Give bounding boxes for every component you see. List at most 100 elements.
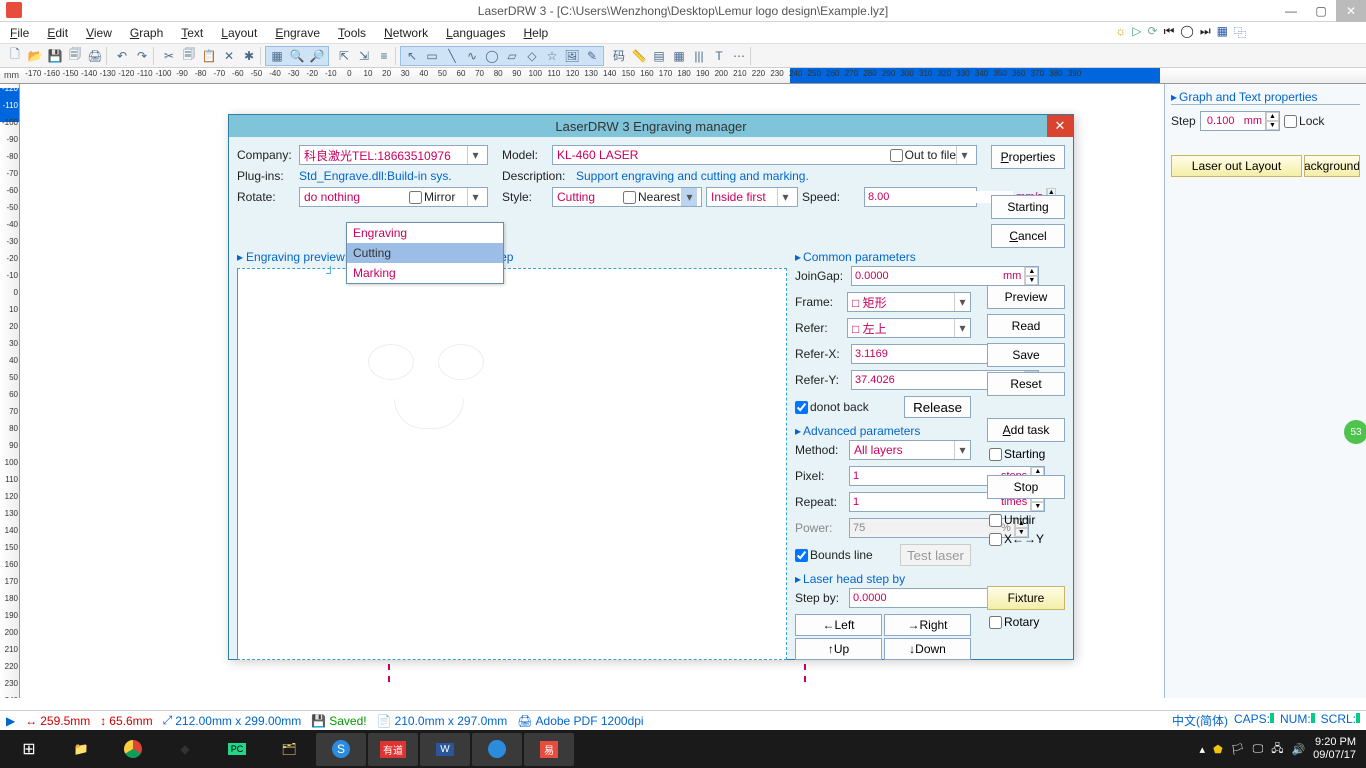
task-laserdrw[interactable]: 易 [524,733,574,766]
tray-up-icon[interactable]: ▴ [1200,743,1206,756]
fixture-button[interactable]: Fixture [987,586,1065,610]
print-preview-icon[interactable]: 🗐 [66,47,84,65]
grid-icon[interactable]: ▦ [268,47,286,65]
delete-icon[interactable]: ✕ [220,47,238,65]
company-select[interactable]: 科良激光TEL:18663510976▾ [299,145,488,165]
menu-engrave[interactable]: Engrave [275,26,320,40]
properties-button[interactable]: PPropertiesroperties [991,145,1065,169]
notification-badge[interactable]: 53 [1344,420,1366,444]
task-explorer-open[interactable]: 🗂 [264,733,314,766]
starting-button[interactable]: Starting [991,195,1065,219]
task-youdao[interactable]: 有道 [368,733,418,766]
style-option-cutting[interactable]: Cutting [347,243,503,263]
layer-down-icon[interactable]: ⇲ [355,47,373,65]
save-button[interactable]: Save [987,343,1065,367]
task-chrome[interactable] [108,733,158,766]
donot-back-checkbox[interactable] [795,401,808,414]
frame-select[interactable]: □ 矩形▾ [847,292,971,312]
starting-checkbox[interactable] [989,448,1002,461]
copy-icon[interactable]: 🗐 [180,47,198,65]
release-button[interactable]: Release [904,396,971,418]
ruler-icon[interactable]: 📏 [630,47,648,65]
menu-view[interactable]: View [86,26,112,40]
nearest-checkbox[interactable] [623,191,636,204]
menu-languages[interactable]: Languages [446,26,505,40]
open-icon[interactable]: 📂 [26,47,44,65]
edit-icon[interactable]: ✎ [583,47,601,65]
tray-clock[interactable]: 9:20 PM09/07/17 [1313,736,1356,762]
style-select[interactable]: Cutting Nearest ▾ [552,187,702,207]
lock-checkbox[interactable] [1284,115,1297,128]
new-icon[interactable]: 🗋 [6,47,24,65]
paste-icon[interactable]: 📋 [200,47,218,65]
star-icon[interactable]: ☆ [543,47,561,65]
inside-first-select[interactable]: Inside first▾ [706,187,798,207]
ellipse-icon[interactable]: ◯ [483,47,501,65]
read-button[interactable]: Read [987,314,1065,338]
menu-file[interactable]: File [10,26,29,40]
menu-edit[interactable]: Edit [47,26,68,40]
canvas[interactable]: LaserDRW 3 Engraving manager ✕ Company: … [20,84,1164,698]
cancel-button[interactable]: Cancel [991,224,1065,248]
up-button[interactable]: ↑Up [795,638,882,660]
undo-icon[interactable]: ↶ [113,47,131,65]
menu-text[interactable]: Text [181,26,203,40]
close-button[interactable]: ✕ [1336,0,1366,22]
text-icon[interactable]: T [710,47,728,65]
rotary-checkbox[interactable] [989,616,1002,629]
out-to-file-checkbox[interactable] [890,149,903,162]
down-button[interactable]: ↓Down [884,638,971,660]
start-button[interactable]: ⊞ [4,733,54,766]
right-button[interactable]: →Right [884,614,971,636]
layer-up-icon[interactable]: ⇱ [335,47,353,65]
code-icon[interactable]: 码 [610,47,628,65]
maximize-button[interactable]: ▢ [1306,0,1336,22]
save-icon[interactable]: 💾 [46,47,64,65]
menu-tools[interactable]: Tools [338,26,366,40]
style-option-marking[interactable]: Marking [347,263,503,283]
task-pycharm[interactable]: PC [212,733,262,766]
more-icon[interactable]: ⋯ [730,47,748,65]
rotate-select[interactable]: do nothing Mirror ▾ [299,187,488,207]
minimize-button[interactable]: — [1276,0,1306,22]
tray-monitor-icon[interactable]: 🖵 [1253,743,1264,756]
xy-checkbox[interactable] [989,533,1002,546]
grid2-icon[interactable]: ▦ [670,47,688,65]
mirror-checkbox[interactable] [409,191,422,204]
dialog-close-button[interactable]: ✕ [1047,115,1073,137]
zoomout-icon[interactable]: 🔍 [288,47,306,65]
cut-icon[interactable]: ✂ [160,47,178,65]
menu-graph[interactable]: Graph [130,26,163,40]
align-icon[interactable]: ≡ [375,47,393,65]
unidir-checkbox[interactable] [989,514,1002,527]
redo-icon[interactable]: ↷ [133,47,151,65]
step-input[interactable]: mm ▲▼ [1200,111,1280,131]
image-icon[interactable]: 🖼 [563,47,581,65]
bounds-line-checkbox[interactable] [795,549,808,562]
spray-icon[interactable]: ✱ [240,47,258,65]
tray-network-icon[interactable]: 🖧 [1271,740,1283,759]
tray-volume-icon[interactable]: 🔊 [1291,743,1305,756]
barcode-icon[interactable]: ||| [690,47,708,65]
task-browser[interactable] [472,733,522,766]
tray-flag-icon[interactable]: 🏳 [1231,743,1245,756]
line-icon[interactable]: ╲ [443,47,461,65]
model-select[interactable]: KL-460 LASER Out to file ▾ [552,145,977,165]
style-option-engraving[interactable]: Engraving [347,223,503,243]
reset-button[interactable]: Reset [987,372,1065,396]
method-select[interactable]: All layers▾ [849,440,971,460]
refer-select[interactable]: □ 左上▾ [847,318,971,338]
background-button[interactable]: ackground [1304,155,1360,177]
print-icon[interactable]: 🖨 [86,47,104,65]
rect-icon[interactable]: ▭ [423,47,441,65]
pointer-icon[interactable]: ↖ [403,47,421,65]
preview-button[interactable]: Preview [987,285,1065,309]
table-icon[interactable]: ▤ [650,47,668,65]
add-task-button[interactable]: Add task [987,418,1065,442]
menu-network[interactable]: Network [384,26,428,40]
tray-shield-icon[interactable]: ⬟ [1213,743,1223,756]
diamond-icon[interactable]: ◇ [523,47,541,65]
task-inkscape[interactable]: ◆ [160,733,210,766]
zoomin-icon[interactable]: 🔎 [308,47,326,65]
task-sogou[interactable]: S [316,733,366,766]
